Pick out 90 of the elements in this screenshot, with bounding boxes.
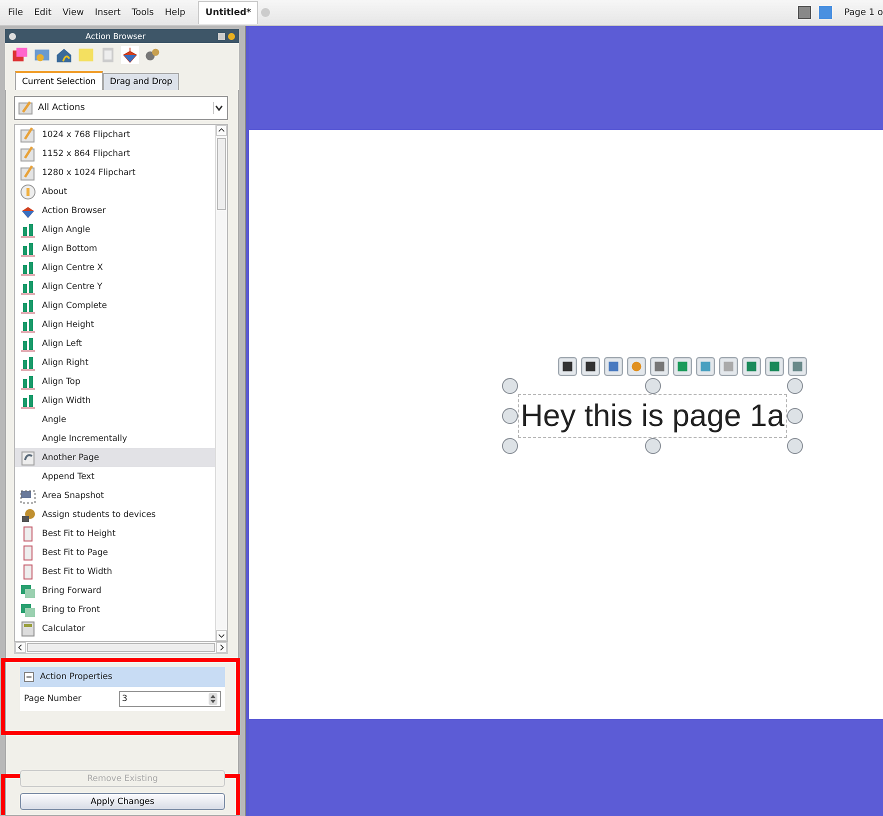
scroll-thumb[interactable] xyxy=(27,643,215,652)
snapshot-icon xyxy=(20,488,36,504)
close-icon[interactable] xyxy=(9,32,16,40)
object-tool-icon[interactable] xyxy=(581,357,600,376)
about-icon xyxy=(20,184,36,200)
align-icon xyxy=(20,298,36,314)
document-tab[interactable]: Untitled* xyxy=(198,1,258,24)
flipchart-icon xyxy=(20,126,36,142)
align-icon xyxy=(20,240,36,256)
action-item[interactable]: Assign students to devices xyxy=(15,505,215,524)
page-icon xyxy=(20,450,36,466)
action-item[interactable]: Area Snapshot xyxy=(15,486,215,505)
layer-icon xyxy=(20,602,36,618)
resize-handle[interactable] xyxy=(787,378,804,394)
flipchart-icon xyxy=(20,164,36,180)
align-icon xyxy=(20,278,36,294)
tab[interactable]: Current Selection xyxy=(15,71,103,90)
properties-title: Action Properties xyxy=(40,672,112,682)
action-item[interactable]: Align Right xyxy=(15,353,215,372)
layer-icon xyxy=(20,582,36,598)
house-icon[interactable] xyxy=(55,46,73,64)
menu-item[interactable]: Tools xyxy=(132,8,154,18)
action-item[interactable]: Align Width xyxy=(15,391,215,410)
tab[interactable]: Drag and Drop xyxy=(102,73,180,90)
resize-handle[interactable] xyxy=(502,438,518,454)
action-item[interactable]: Align Angle xyxy=(15,220,215,239)
action-item[interactable]: Append Text xyxy=(15,467,215,486)
pencil-icon xyxy=(18,100,34,116)
action-item[interactable]: Align Complete xyxy=(15,296,215,315)
calc-icon xyxy=(20,620,36,636)
action-item[interactable]: 1280 x 1024 Flipchart xyxy=(15,163,215,182)
panel-title: Action Browser xyxy=(84,32,146,40)
action-item[interactable]: Bring to Front xyxy=(15,600,215,619)
page-indicator: Page 1 o xyxy=(844,8,883,18)
action-item[interactable]: Align Left xyxy=(15,334,215,353)
menu-item[interactable]: Edit xyxy=(34,8,52,18)
spinner-icon[interactable] xyxy=(208,693,218,705)
field-label: Page Number xyxy=(24,694,82,704)
align-icon xyxy=(20,260,36,276)
flipchart-icon xyxy=(20,146,36,162)
pages-icon[interactable] xyxy=(11,46,29,64)
spinning-top-icon[interactable] xyxy=(121,46,139,64)
align-icon xyxy=(20,336,36,352)
align-icon xyxy=(20,316,36,332)
collapse-toggle[interactable] xyxy=(24,672,34,682)
align-icon xyxy=(20,392,36,408)
scroll-down-icon[interactable] xyxy=(216,630,227,641)
filter-dropdown[interactable]: All Actions xyxy=(14,96,228,120)
action-item[interactable]: Align Bottom xyxy=(15,239,215,258)
action-item[interactable]: Best Fit to Page xyxy=(15,543,215,562)
action-item[interactable]: Best Fit to Width xyxy=(15,562,215,581)
action-item[interactable]: Bring Forward xyxy=(15,581,215,600)
action-item[interactable]: Best Fit to Height xyxy=(15,524,215,543)
horizontal-scrollbar[interactable] xyxy=(14,642,228,654)
object-tool-icon[interactable] xyxy=(558,357,577,376)
action-item[interactable]: Align Top xyxy=(15,372,215,391)
rotate-handle[interactable] xyxy=(644,378,660,394)
resize-handle[interactable] xyxy=(502,408,518,424)
scroll-thumb[interactable] xyxy=(217,138,226,210)
action-item[interactable]: 1152 x 864 Flipchart xyxy=(15,144,215,163)
action-item[interactable]: Another Page xyxy=(15,448,215,467)
menu-item[interactable]: Help xyxy=(164,8,186,18)
menu-item[interactable]: Insert xyxy=(94,8,121,18)
action-item[interactable]: Calculator xyxy=(15,619,215,638)
action-item[interactable]: Align Height xyxy=(15,315,215,334)
align-icon xyxy=(20,354,36,370)
resize-handle[interactable] xyxy=(787,408,804,424)
action-item[interactable]: Align Centre X xyxy=(15,258,215,277)
caret-icon xyxy=(213,102,224,114)
action-item[interactable]: 1024 x 768 Flipchart xyxy=(15,125,215,144)
align-icon xyxy=(20,222,36,238)
page-number-field[interactable]: 3 xyxy=(119,691,221,707)
menu-item[interactable]: View xyxy=(62,8,84,18)
resize-handle[interactable] xyxy=(502,378,518,394)
resize-handle[interactable] xyxy=(787,438,804,454)
action-item[interactable]: Angle Incrementally xyxy=(15,429,215,448)
action-item[interactable]: About xyxy=(15,182,215,201)
action-item[interactable]: Action Browser xyxy=(15,201,215,220)
scroll-right-icon[interactable] xyxy=(216,642,227,653)
menu-item[interactable]: File xyxy=(8,8,24,18)
resize-handle[interactable] xyxy=(644,438,660,454)
action-item[interactable]: Align Centre Y xyxy=(15,277,215,296)
vertical-scrollbar[interactable] xyxy=(215,125,227,641)
action-item[interactable]: Angle xyxy=(15,410,215,429)
text-object[interactable]: Hey this is page 1a xyxy=(518,394,788,438)
scroll-up-icon[interactable] xyxy=(216,125,227,136)
align-icon xyxy=(20,374,36,390)
action-button[interactable]: Apply Changes xyxy=(20,793,225,810)
scroll-left-icon[interactable] xyxy=(15,642,26,653)
assign-icon xyxy=(20,506,36,522)
